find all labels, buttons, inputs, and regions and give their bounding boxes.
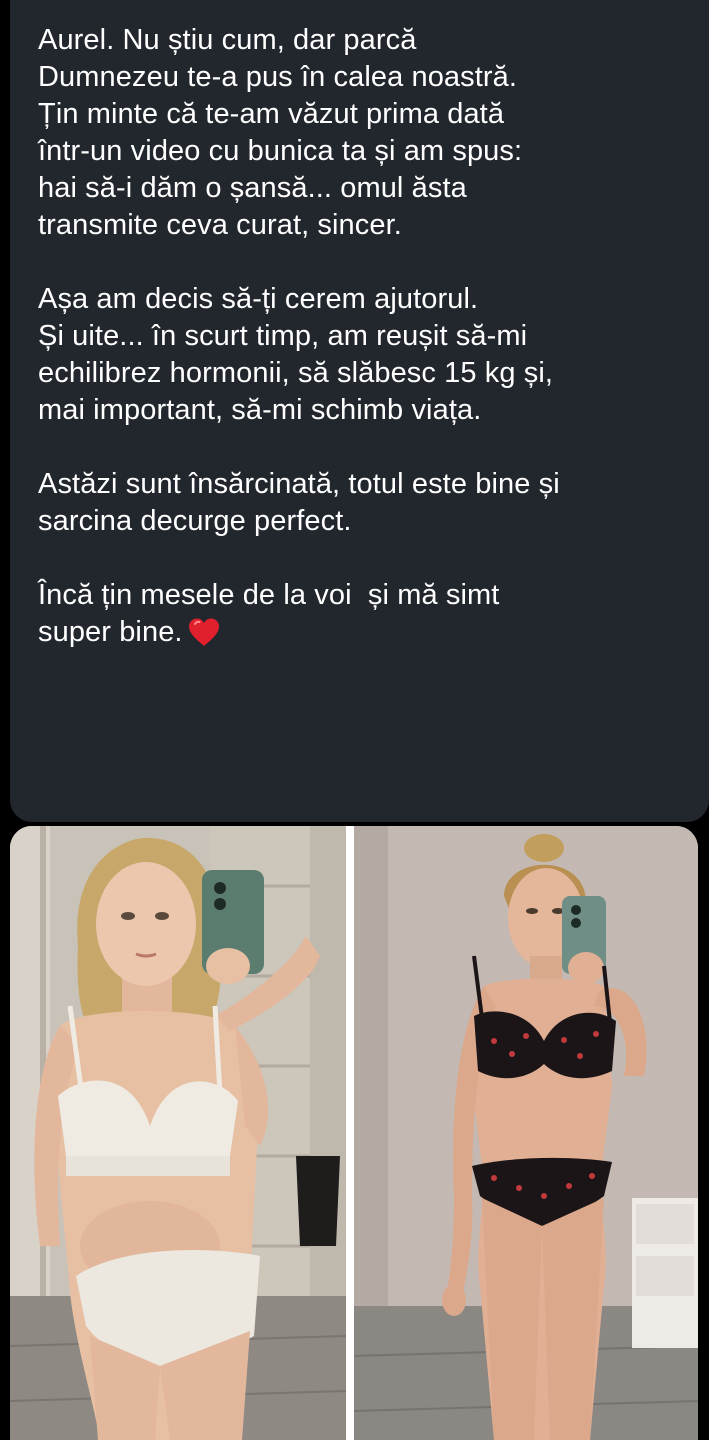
- chat-screen: Aurel. Nu știu cum, dar parcă Dumnezeu t…: [0, 0, 709, 1440]
- before-photo[interactable]: [10, 826, 346, 1440]
- after-photo[interactable]: [354, 826, 698, 1440]
- message-bubble[interactable]: Aurel. Nu știu cum, dar parcă Dumnezeu t…: [10, 0, 709, 822]
- message-paragraph-2: Așa am decis să-ți cerem ajutorul. Și ui…: [38, 283, 554, 426]
- message-paragraph-4: Încă țin mesele de la voi și mă simt sup…: [38, 577, 681, 657]
- message-paragraph-4-text: Încă țin mesele de la voi și mă simt sup…: [38, 579, 500, 648]
- message-paragraph-3: Astăzi sunt însărcinată, totul este bine…: [38, 468, 560, 537]
- photo-album[interactable]: [10, 826, 698, 1440]
- message-paragraph-1: Aurel. Nu știu cum, dar parcă Dumnezeu t…: [38, 24, 523, 241]
- red-heart-icon: [187, 617, 221, 657]
